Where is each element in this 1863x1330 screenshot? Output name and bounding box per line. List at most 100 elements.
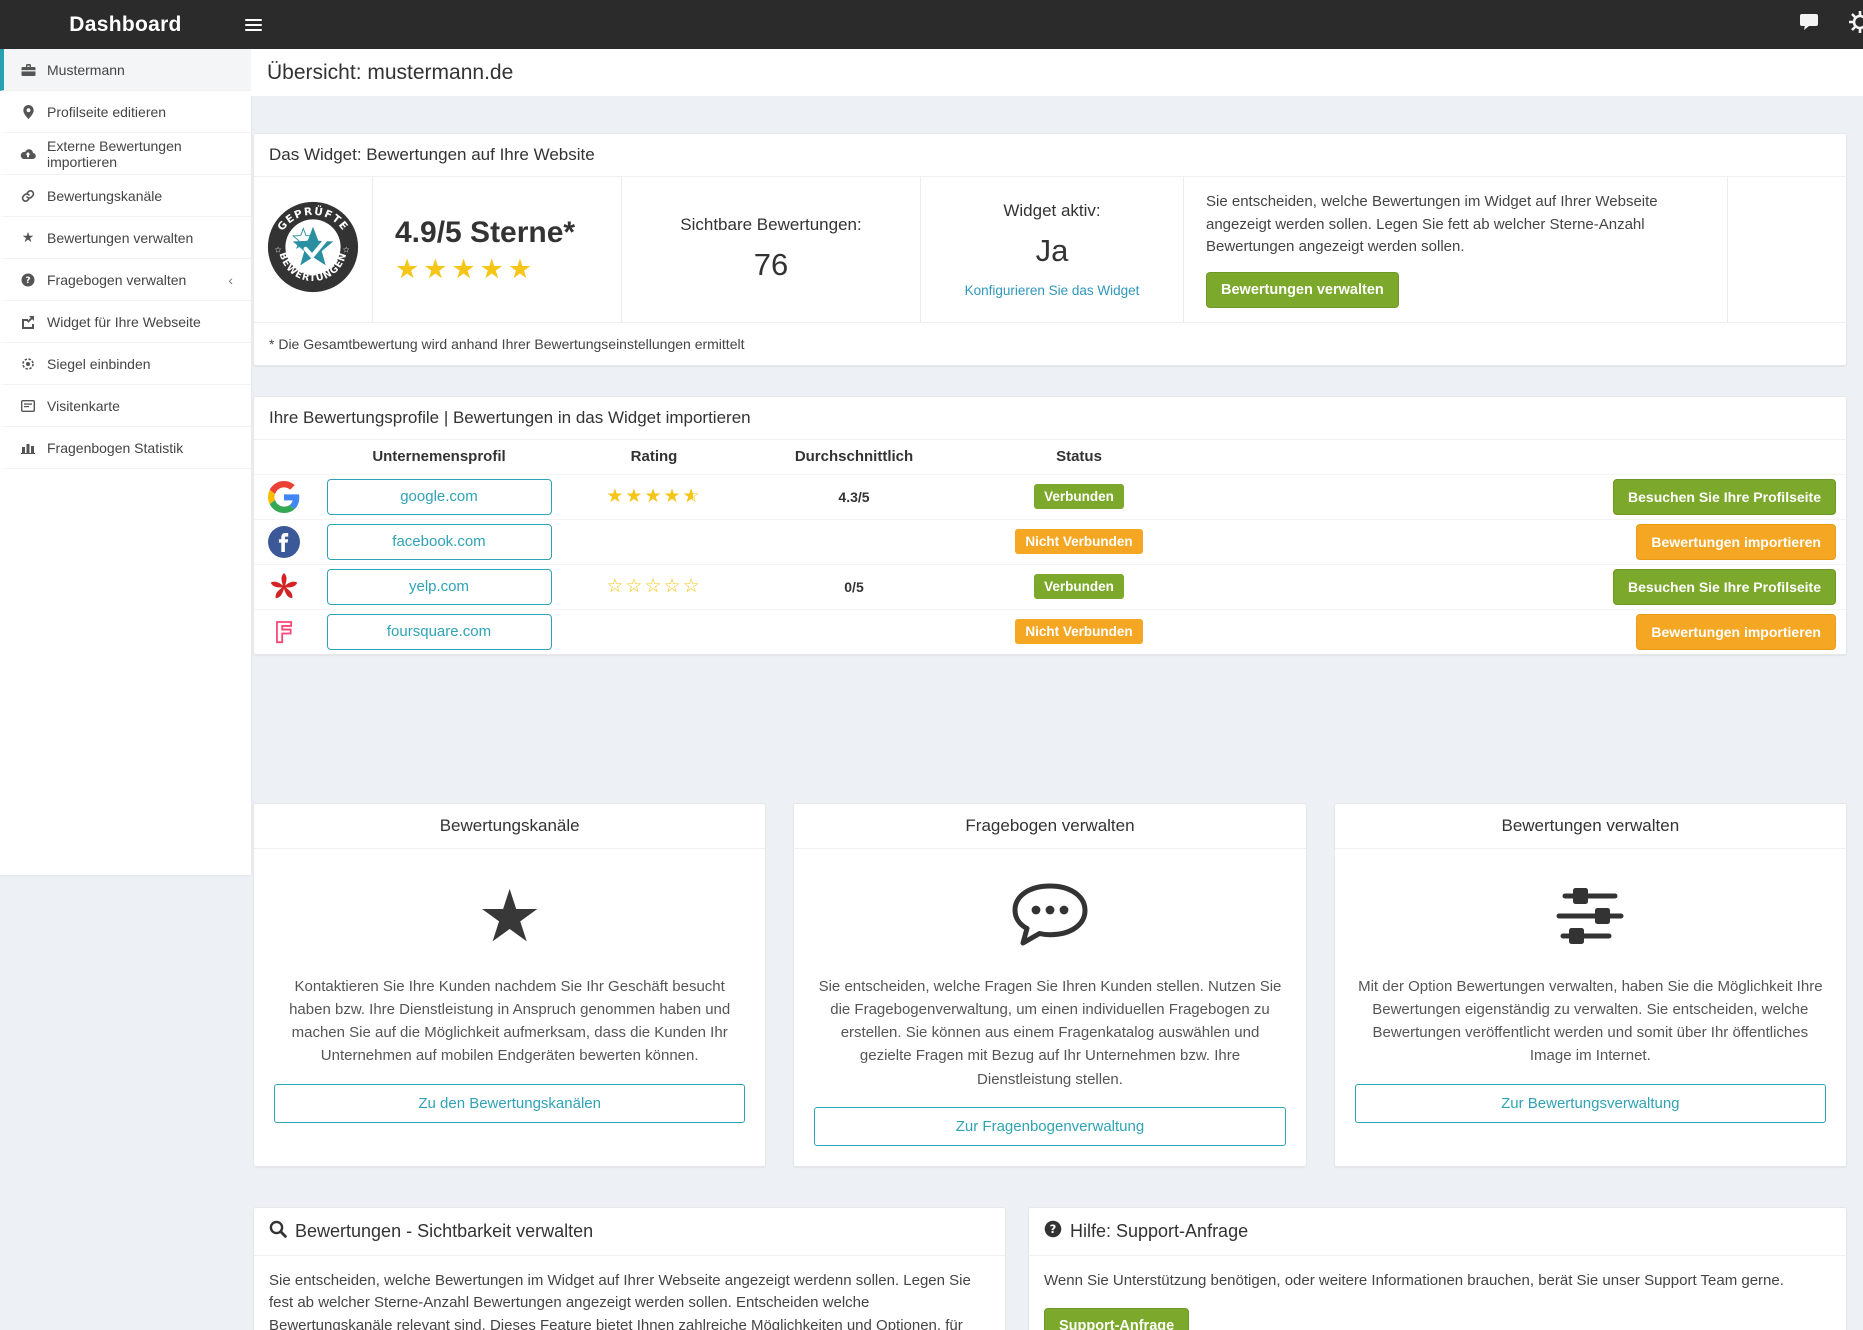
briefcase-icon — [19, 63, 37, 77]
sidebar-item-label: Mustermann — [47, 62, 251, 78]
sidebar: Mustermann Profilseite editieren Externe… — [0, 49, 251, 875]
page-title: Übersicht: mustermann.de — [267, 61, 513, 85]
configure-widget-link[interactable]: Konfigurieren Sie das Widget — [921, 283, 1183, 298]
import-reviews-button[interactable]: Bewertungen importieren — [1636, 614, 1836, 650]
feature-card-title: Fragebogen verwalten — [794, 804, 1305, 849]
overall-rating: 4.9/5 Sterne* — [395, 216, 621, 250]
feature-card-fragebogen-verwalten: Fragebogen verwalten Sie entscheiden, we… — [793, 803, 1306, 1167]
topbar-icons — [1799, 0, 1863, 49]
visit-profile-button[interactable]: Besuchen Sie Ihre Profilseite — [1613, 569, 1836, 605]
star-icon: ★ — [19, 229, 37, 246]
import-reviews-button[interactable]: Bewertungen importieren — [1636, 524, 1836, 560]
menu-toggle-icon[interactable] — [245, 16, 262, 33]
sidebar-item-profilseite-editieren[interactable]: Profilseite editieren — [0, 91, 251, 133]
table-header-row: Unternemensprofil Rating Durchschnittlic… — [254, 440, 1846, 474]
table-row-foursquare: F foursquare.com Nicht Verbunden Bewertu… — [254, 609, 1846, 654]
widget-card: Das Widget: Bewertungen auf Ihre Website — [253, 133, 1847, 366]
sidebar-item-label: Externe Bewertungen importieren — [47, 138, 251, 170]
sidebar-item-siegel-einbinden[interactable]: Siegel einbinden — [0, 343, 251, 385]
table-row-google: google.com ★★★★★☆ 4.3/5 Verbunden Besuch… — [254, 474, 1846, 519]
sidebar-item-fragebogen-verwalten[interactable]: ? Fragebogen verwalten ‹ — [0, 259, 251, 301]
widget-card-header: Das Widget: Bewertungen auf Ihre Website — [254, 134, 1846, 177]
google-icon — [254, 481, 314, 513]
sidebar-item-visitenkarte[interactable]: Visitenkarte — [0, 385, 251, 427]
status-badge: Verbunden — [1034, 484, 1124, 509]
feature-card-bewertungskanaele: Bewertungskanäle ★ Kontaktieren Sie Ihre… — [253, 803, 766, 1167]
profile-domain-facebook[interactable]: facebook.com — [327, 524, 552, 560]
sidebar-item-externe-bewertungen-importieren[interactable]: Externe Bewertungen importieren — [0, 133, 251, 175]
seal-icon — [19, 357, 37, 371]
svg-text:F: F — [274, 616, 293, 648]
profile-domain-google[interactable]: google.com — [327, 479, 552, 515]
sidebar-item-widget-fuer-ihre-webseite[interactable]: Widget für Ihre Webseite — [0, 301, 251, 343]
verified-reviews-badge: GEPRÜFTE BEWERTUNGEN ☆ ☆ — [267, 201, 359, 298]
table-row-facebook: facebook.com Nicht Verbunden Bewertungen… — [254, 519, 1846, 564]
average-rating: 4.3/5 — [744, 489, 964, 505]
profiles-table: Unternemensprofil Rating Durchschnittlic… — [254, 440, 1846, 654]
star-icon: ★ — [274, 865, 745, 969]
sidebar-item-label: Visitenkarte — [47, 398, 251, 414]
sidebar-item-label: Widget für Ihre Webseite — [47, 314, 251, 330]
sidebar-item-bewertungen-verwalten[interactable]: ★ Bewertungen verwalten — [0, 217, 251, 259]
search-icon — [269, 1220, 287, 1243]
sidebar-item-bewertungskanaele[interactable]: Bewertungskanäle — [0, 175, 251, 217]
sidebar-item-label: Bewertungen verwalten — [47, 230, 251, 246]
sidebar-item-fragenbogen-statistik[interactable]: Fragenbogen Statistik — [0, 427, 251, 469]
visibility-card-text: Sie entscheiden, welche Bewertungen im W… — [269, 1270, 990, 1330]
widget-active-label: Widget aktiv: — [921, 201, 1183, 221]
rating-stars: ★★★★★☆ — [564, 485, 744, 508]
feature-card-title: Bewertungen verwalten — [1335, 804, 1846, 849]
question-icon: ? — [1044, 1220, 1062, 1243]
messages-icon[interactable] — [1799, 12, 1821, 37]
svg-text:?: ? — [1050, 1222, 1057, 1236]
go-to-questionnaire-button[interactable]: Zur Fragenbogenverwaltung — [814, 1107, 1285, 1146]
link-icon — [19, 189, 37, 203]
cloud-upload-icon — [19, 148, 37, 160]
status-badge: Nicht Verbunden — [1015, 619, 1142, 644]
feature-card-text: Sie entscheiden, welche Fragen Sie Ihren… — [814, 975, 1285, 1091]
facebook-icon — [254, 526, 314, 558]
feature-card-text: Kontaktieren Sie Ihre Kunden nachdem Sie… — [274, 975, 745, 1068]
support-request-button[interactable]: Support-Anfrage — [1044, 1308, 1189, 1330]
feature-cards-row: Bewertungskanäle ★ Kontaktieren Sie Ihre… — [253, 803, 1847, 1167]
sliders-icon — [1355, 865, 1826, 969]
chat-bubble-icon — [814, 865, 1285, 969]
visible-reviews-label: Sichtbare Bewertungen: — [622, 215, 920, 235]
main-content: Übersicht: mustermann.de Das Widget: Bew… — [251, 49, 1863, 1330]
yelp-icon — [254, 571, 314, 603]
gear-icon[interactable] — [1847, 9, 1863, 40]
manage-reviews-button[interactable]: Bewertungen verwalten — [1206, 272, 1399, 308]
go-to-review-channels-button[interactable]: Zu den Bewertungskanälen — [274, 1084, 745, 1123]
widget-active-value: Ja — [921, 233, 1183, 269]
sidebar-item-label: Siegel einbinden — [47, 356, 251, 372]
profile-domain-foursquare[interactable]: foursquare.com — [327, 614, 552, 650]
sidebar-item-label: Bewertungskanäle — [47, 188, 251, 204]
feature-card-bewertungen-verwalten: Bewertungen verwalten Mit der Option Bew… — [1334, 803, 1847, 1167]
foursquare-icon: F — [254, 616, 314, 648]
feature-card-text: Mit der Option Bewertungen verwalten, ha… — [1355, 975, 1826, 1068]
svg-text:☆: ☆ — [274, 244, 281, 254]
map-pin-icon — [19, 105, 37, 119]
visible-reviews-count: 76 — [622, 247, 920, 283]
profile-domain-yelp[interactable]: yelp.com — [327, 569, 552, 605]
help-card-title: Hilfe: Support-Anfrage — [1070, 1221, 1248, 1242]
sidebar-item-label: Profilseite editieren — [47, 104, 251, 120]
bar-chart-icon — [19, 441, 37, 454]
app-title: Dashboard — [0, 0, 251, 49]
visit-profile-button[interactable]: Besuchen Sie Ihre Profilseite — [1613, 479, 1836, 515]
feature-card-title: Bewertungskanäle — [254, 804, 765, 849]
average-rating: 0/5 — [744, 579, 964, 595]
status-badge: Nicht Verbunden — [1015, 529, 1142, 554]
widget-description: Sie entscheiden, welche Bewertungen im W… — [1206, 191, 1705, 259]
status-badge: Verbunden — [1034, 574, 1124, 599]
sidebar-item-mustermann[interactable]: Mustermann — [0, 49, 251, 91]
topbar: Dashboard — [0, 0, 1863, 49]
dashboard-page: Dashboard Mustermann Profilseite editier… — [0, 0, 1863, 1330]
go-to-review-management-button[interactable]: Zur Bewertungsverwaltung — [1355, 1084, 1826, 1123]
overall-rating-stars: ★★★★★ — [395, 256, 621, 283]
column-header: Status — [964, 448, 1194, 465]
column-header: Durchschnittlich — [744, 448, 964, 465]
bottom-cards-row: Bewertungen - Sichtbarkeit verwalten Sie… — [253, 1207, 1847, 1330]
sidebar-item-label: Fragenbogen Statistik — [47, 440, 251, 456]
help-card: ? Hilfe: Support-Anfrage Wenn Sie Unters… — [1028, 1207, 1847, 1330]
